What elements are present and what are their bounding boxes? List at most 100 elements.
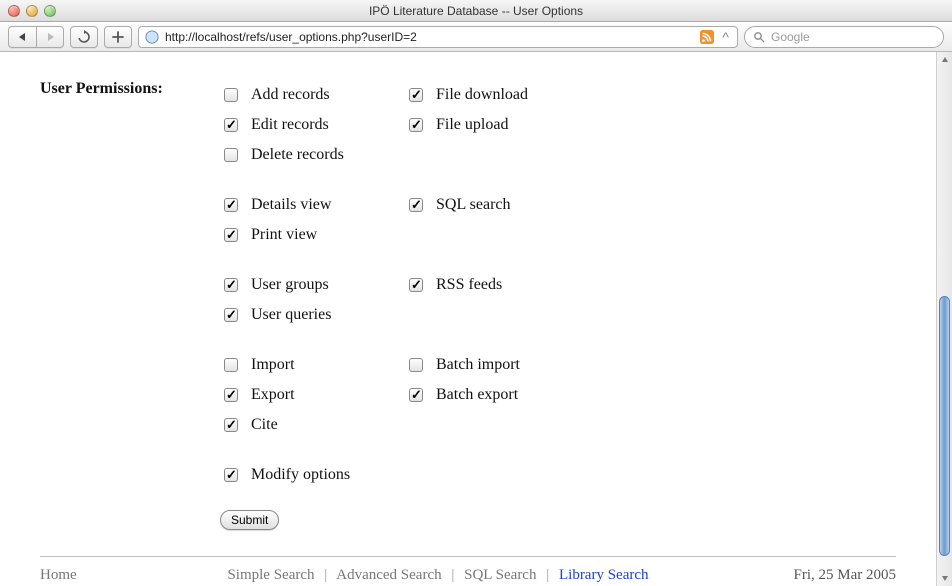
perm-label: User queries [251,306,331,324]
scroll-up-button[interactable] [937,52,952,68]
perm-rss-feeds-checkbox[interactable] [409,278,423,292]
perm-delete-records[interactable]: Delete records [220,140,405,170]
perm-file-upload[interactable]: File upload [405,110,665,140]
spacer [220,330,405,350]
perm-user-queries[interactable]: User queries [220,300,405,330]
perm-label: Modify options [251,466,350,484]
vertical-scrollbar[interactable] [936,52,952,586]
page-content: User Permissions: Add records Edit recor… [0,52,936,586]
triangle-down-icon [941,574,949,582]
perm-print-view[interactable]: Print view [220,220,405,250]
reload-icon [77,30,91,44]
scroll-down-button[interactable] [937,570,952,586]
perm-file-download[interactable]: File download [405,80,665,110]
page-footer: Home Simple Search | Advanced Search | S… [40,567,896,586]
perm-batch-import[interactable]: Batch import [405,350,665,380]
perm-cite[interactable]: Cite [220,410,405,440]
submit-row: Submit [220,510,405,530]
perm-user-queries-checkbox[interactable] [224,308,238,322]
perm-label: Edit records [251,116,329,134]
rss-icon[interactable] [700,30,714,44]
perm-label: SQL search [436,196,511,214]
submit-button[interactable]: Submit [220,510,279,530]
window-titlebar: IPÖ Literature Database -- User Options [0,0,952,22]
perm-file-upload-checkbox[interactable] [409,118,423,132]
perm-cite-checkbox[interactable] [224,418,238,432]
separator-icon: | [540,567,555,583]
spacer [220,170,405,190]
triangle-right-icon [45,32,55,42]
permissions-col-2: File download File upload SQL search RSS… [405,80,665,530]
footer-advanced-search-link[interactable]: Advanced Search [336,567,441,583]
perm-modify-options[interactable]: Modify options [220,460,405,490]
back-button[interactable] [8,26,36,48]
address-bar[interactable]: http://localhost/refs/user_options.php?u… [138,26,738,48]
perm-delete-records-checkbox[interactable] [224,148,238,162]
footer-date: Fri, 25 Mar 2005 [686,567,896,584]
triangle-up-icon [941,56,949,64]
permissions-col-1: Add records Edit records Delete records … [220,80,405,530]
perm-batch-import-checkbox[interactable] [409,358,423,372]
search-icon [753,31,765,43]
forward-button[interactable] [36,26,64,48]
perm-import-checkbox[interactable] [224,358,238,372]
perm-add-records-checkbox[interactable] [224,88,238,102]
add-bookmark-button[interactable] [104,26,132,48]
spacer [405,300,665,330]
perm-label: Print view [251,226,317,244]
perm-add-records[interactable]: Add records [220,80,405,110]
perm-label: File download [436,86,528,104]
perm-file-download-checkbox[interactable] [409,88,423,102]
footer-library-search-link[interactable]: Library Search [559,567,649,583]
address-bar-text: http://localhost/refs/user_options.php?u… [165,30,694,44]
permissions-heading: User Permissions: [40,80,220,530]
spacer [405,140,665,170]
scroll-thumb[interactable] [939,296,950,556]
perm-export-checkbox[interactable] [224,388,238,402]
perm-label: File upload [436,116,508,134]
spacer [220,440,405,460]
perm-label: Export [251,386,295,404]
perm-modify-options-checkbox[interactable] [224,468,238,482]
perm-print-view-checkbox[interactable] [224,228,238,242]
reload-button[interactable] [70,26,98,48]
perm-rss-feeds[interactable]: RSS feeds [405,270,665,300]
search-placeholder: Google [771,30,810,44]
spacer [405,220,665,250]
footer-simple-search-link[interactable]: Simple Search [227,567,314,583]
footer-home-link[interactable]: Home [40,567,77,583]
perm-sql-search-checkbox[interactable] [409,198,423,212]
perm-import[interactable]: Import [220,350,405,380]
permissions-grid: User Permissions: Add records Edit recor… [40,80,896,530]
perm-details-view[interactable]: Details view [220,190,405,220]
triangle-left-icon [18,32,28,42]
perm-label: Details view [251,196,331,214]
perm-user-groups-checkbox[interactable] [224,278,238,292]
search-field[interactable]: Google [744,26,944,48]
spacer [405,250,665,270]
zoom-window-button[interactable] [44,5,56,17]
perm-details-view-checkbox[interactable] [224,198,238,212]
perm-edit-records[interactable]: Edit records [220,110,405,140]
browser-toolbar: http://localhost/refs/user_options.php?u… [0,22,952,52]
footer-sql-search-link[interactable]: SQL Search [464,567,536,583]
footer-links-row-1: Simple Search | Advanced Search | SQL Se… [190,567,686,584]
perm-sql-search[interactable]: SQL search [405,190,665,220]
footer-separator [40,556,896,557]
spacer [405,330,665,350]
plus-icon [112,31,124,43]
perm-label: Batch import [436,356,520,374]
separator-icon: | [445,567,460,583]
minimize-window-button[interactable] [26,5,38,17]
perm-batch-export-checkbox[interactable] [409,388,423,402]
window-title: IPÖ Literature Database -- User Options [0,4,952,18]
site-icon [145,30,159,44]
snapback-icon[interactable]: ^ [720,29,731,45]
perm-export[interactable]: Export [220,380,405,410]
nav-buttons [8,26,64,48]
perm-edit-records-checkbox[interactable] [224,118,238,132]
close-window-button[interactable] [8,5,20,17]
perm-batch-export[interactable]: Batch export [405,380,665,410]
perm-label: Cite [251,416,278,434]
perm-user-groups[interactable]: User groups [220,270,405,300]
